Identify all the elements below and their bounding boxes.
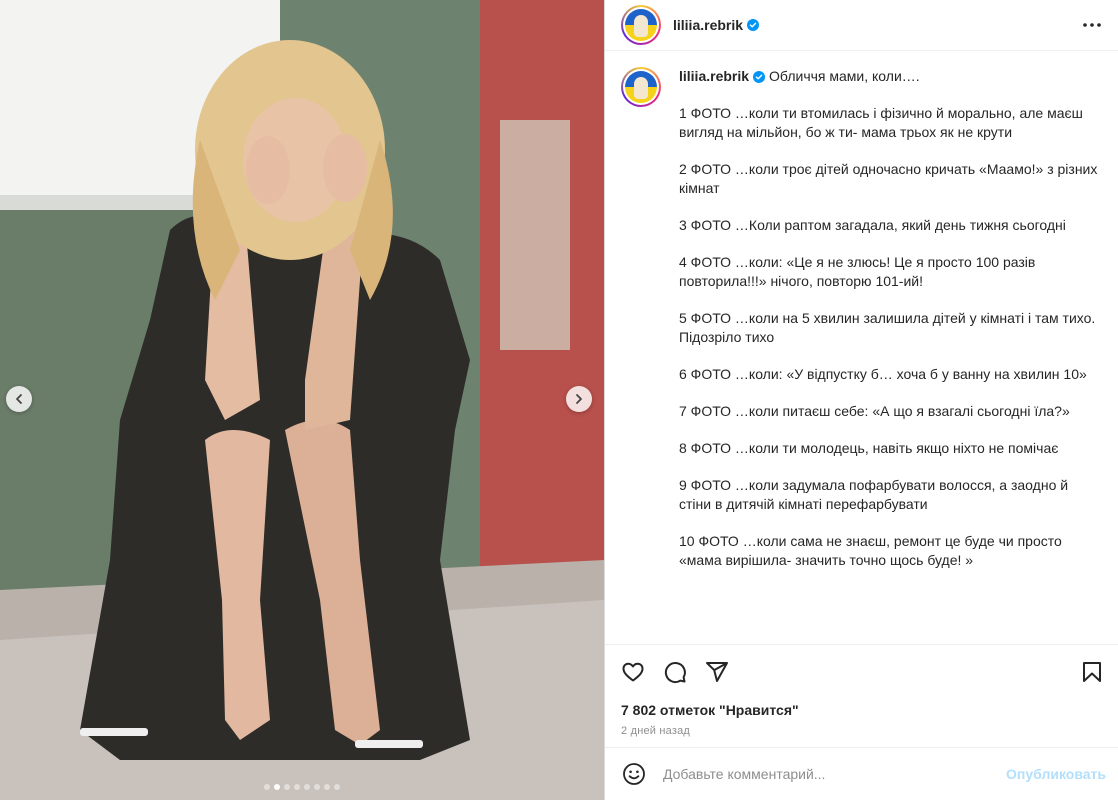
caption-paragraph: 1 ФОТО …коли ти втомилась і фізично й мо…	[679, 104, 1099, 142]
like-button[interactable]	[621, 660, 645, 684]
carousel-prev-button[interactable]	[6, 386, 32, 412]
caption-paragraph-text: 5 ФОТО …коли на 5 хвилин залишила дітей …	[679, 310, 1096, 345]
more-horizontal-icon	[1083, 23, 1101, 27]
caption-paragraph-text: 8 ФОТО …коли ти молодець, навіть якщо ні…	[679, 440, 1059, 456]
comment-input[interactable]	[663, 766, 995, 782]
post-header: liliia.rebrik	[605, 0, 1118, 51]
chevron-left-icon	[16, 394, 22, 404]
share-button[interactable]	[705, 660, 729, 684]
caption-paragraphs: 1 ФОТО …коли ти втомилась і фізично й мо…	[679, 104, 1099, 570]
caption-paragraph: 4 ФОТО …коли: «Це я не злюсь! Це я прост…	[679, 253, 1099, 291]
emoji-button[interactable]	[621, 761, 647, 787]
caption-paragraph: 10 ФОТО …коли сама не знаєш, ремонт це б…	[679, 532, 1099, 570]
send-icon	[706, 662, 728, 682]
caption-paragraph-text: 4 ФОТО …коли: «Це я не злюсь! Це я прост…	[679, 254, 1036, 289]
carousel-dot	[264, 784, 270, 790]
carousel-dot	[314, 784, 320, 790]
post-date[interactable]: 2 дней назад	[621, 725, 1104, 737]
heart-icon	[622, 662, 644, 682]
caption-paragraph-text: 7 ФОТО …коли питаєш себе: «А що я взагал…	[679, 403, 1070, 419]
carousel-next-button[interactable]	[566, 386, 592, 412]
author-avatar[interactable]	[621, 5, 661, 45]
caption-paragraph: 3 ФОТО …Коли раптом загадала, який день …	[679, 216, 1099, 235]
carousel-dot	[274, 784, 280, 790]
comment-button[interactable]	[663, 660, 687, 684]
caption-paragraph: 9 ФОТО …коли задумала пофарбувати волосс…	[679, 476, 1099, 514]
verified-badge-icon	[747, 19, 760, 31]
caption-paragraph-text: 10 ФОТО …коли сама не знаєш, ремонт це б…	[679, 533, 1062, 568]
carousel-dot	[284, 784, 290, 790]
likes-count[interactable]: 7 802 отметок "Нравится"	[621, 701, 1104, 719]
post-media-carousel[interactable]	[0, 0, 604, 800]
carousel-indicator	[0, 784, 604, 790]
action-bar	[621, 645, 1104, 699]
caption-paragraph: 5 ФОТО …коли на 5 хвилин залишила дітей …	[679, 309, 1099, 347]
more-options-button[interactable]	[1080, 13, 1104, 37]
caption-paragraph-text: 1 ФОТО …коли ти втомилась і фізично й мо…	[679, 105, 1083, 140]
caption-paragraph: 2 ФОТО …коли троє дітей одночасно кричат…	[679, 160, 1099, 198]
caption-paragraph: 7 ФОТО …коли питаєш себе: «А що я взагал…	[679, 402, 1099, 421]
instagram-post-modal: liliia.rebrik liliia.rebrik Обличчя мами…	[0, 0, 1118, 800]
save-button[interactable]	[1080, 660, 1104, 684]
caption-paragraph-text: 9 ФОТО …коли задумала пофарбувати волосс…	[679, 477, 1069, 512]
bookmark-icon	[1083, 662, 1101, 682]
post-side-panel: liliia.rebrik liliia.rebrik Обличчя мами…	[604, 0, 1118, 800]
carousel-dot	[334, 784, 340, 790]
caption-title: Обличчя мами, коли….	[769, 68, 920, 84]
caption-username[interactable]: liliia.rebrik	[679, 67, 749, 86]
caption-author-avatar[interactable]	[621, 67, 661, 107]
chevron-right-icon	[576, 394, 582, 404]
comment-icon	[664, 662, 686, 684]
caption-area: liliia.rebrik Обличчя мами, коли…. 1 ФОТ…	[605, 51, 1118, 644]
caption-body: liliia.rebrik Обличчя мами, коли…. 1 ФОТ…	[679, 67, 1099, 644]
caption-paragraph-text: 6 ФОТО …коли: «У відпустку б… хоча б у в…	[679, 366, 1087, 382]
post-photo	[0, 0, 604, 800]
caption-paragraph-text: 2 ФОТО …коли троє дітей одночасно кричат…	[679, 161, 1098, 196]
carousel-dot	[324, 784, 330, 790]
caption-paragraph: 8 ФОТО …коли ти молодець, навіть якщо ні…	[679, 439, 1099, 458]
caption-paragraph-text: 3 ФОТО …Коли раптом загадала, який день …	[679, 217, 1066, 233]
author-username[interactable]: liliia.rebrik	[673, 17, 743, 33]
verified-badge-icon	[753, 70, 766, 83]
carousel-dot	[304, 784, 310, 790]
caption-paragraph: 6 ФОТО …коли: «У відпустку б… хоча б у в…	[679, 365, 1099, 384]
add-comment-bar: Опубликовать	[605, 747, 1118, 800]
emoji-smile-icon	[623, 763, 645, 785]
carousel-dot	[294, 784, 300, 790]
publish-button[interactable]: Опубликовать	[1006, 766, 1106, 782]
